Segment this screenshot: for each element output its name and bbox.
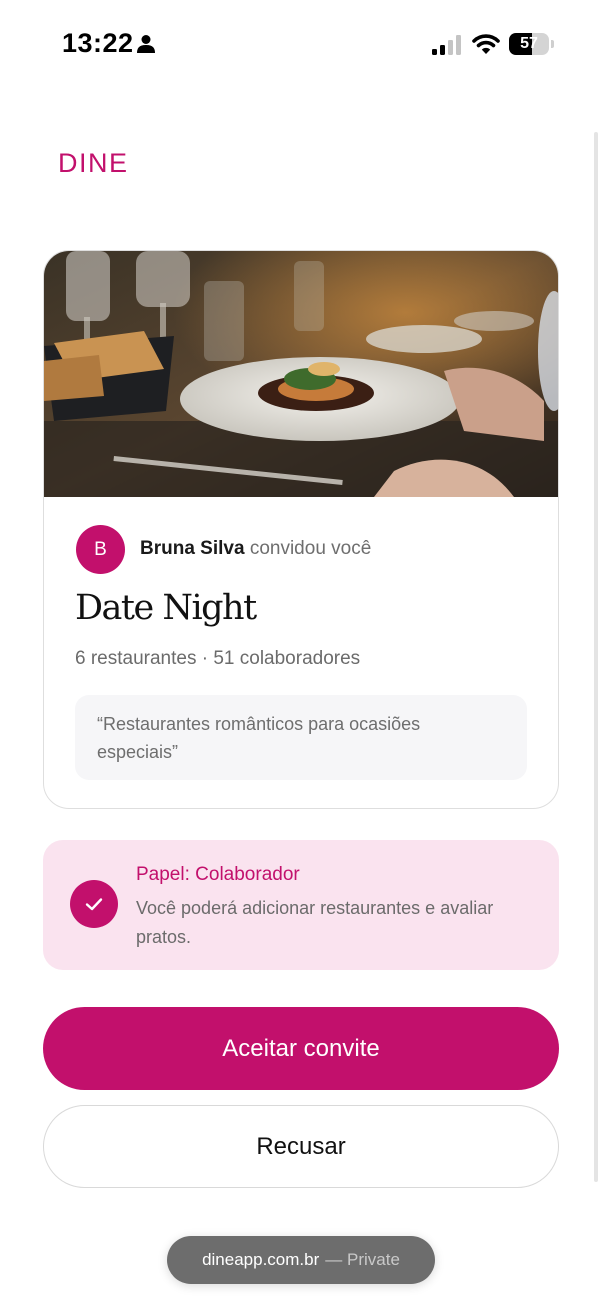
status-bar: 13:22 57: [0, 0, 602, 90]
role-title: Papel: Colaborador: [136, 864, 300, 885]
browser-url-pill[interactable]: dineapp.com.br — Private: [167, 1236, 435, 1284]
invite-card: B Bruna Silva convidou você Date Night 6…: [43, 250, 559, 809]
invite-screen: 13:22 57 DINE B Bruna Silva convidou voc…: [0, 0, 602, 1306]
role-description: Você poderá adicionar restaurantes e ava…: [136, 898, 494, 947]
role-info-box: Papel: Colaborador Você poderá adicionar…: [43, 840, 559, 970]
person-icon: [137, 35, 155, 53]
inviter-action: convidou você: [249, 538, 372, 559]
list-description: “Restaurantes românticos para ocasiões e…: [75, 695, 527, 780]
brand-logo: DINE: [58, 148, 129, 178]
battery-level: 57: [520, 35, 538, 52]
battery-icon: 57: [509, 33, 549, 55]
status-time: 13:22: [62, 28, 134, 58]
url-domain: dineapp.com.br: [202, 1250, 320, 1269]
url-private-label: — Private: [325, 1250, 400, 1269]
inviter-name: Bruna Silva: [140, 538, 245, 559]
decline-button[interactable]: Recusar: [43, 1105, 559, 1188]
scrollbar[interactable]: [594, 132, 598, 1182]
role-check-badge: [70, 880, 118, 928]
wifi-icon: [472, 34, 500, 54]
signal-icon: [432, 35, 461, 55]
list-meta: 6 restaurantes · 51 colaboradores: [75, 648, 361, 669]
inviter-line: Bruna Silva convidou você: [140, 538, 371, 560]
battery-tip: [551, 40, 554, 48]
restaurant-dish-photo: [44, 251, 558, 497]
check-icon: [85, 898, 103, 911]
list-title: Date Night: [75, 588, 257, 628]
avatar: B: [76, 525, 125, 574]
accept-invite-button[interactable]: Aceitar convite: [43, 1007, 559, 1090]
